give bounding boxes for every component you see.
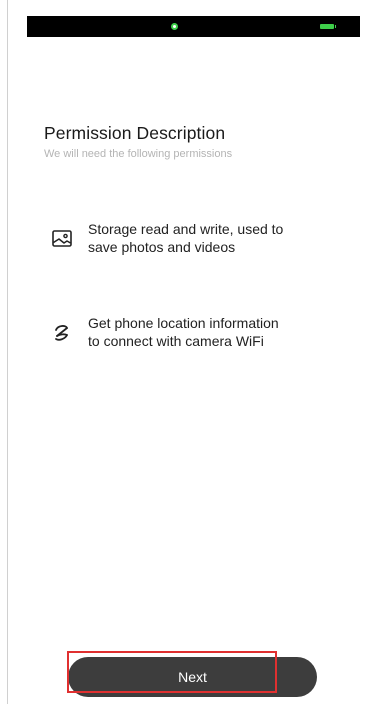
permission-screen: Permission Description We will need the … (0, 0, 367, 704)
permission-text-location: Get phone location information to connec… (88, 315, 279, 349)
page-title: Permission Description (44, 123, 226, 143)
permission-text-storage: Storage read and write, used to save pho… (88, 221, 284, 255)
next-button[interactable]: Next (68, 657, 317, 697)
battery-icon (320, 24, 336, 29)
status-bar (27, 16, 360, 37)
image-icon (50, 227, 74, 251)
location-icon (50, 321, 74, 345)
page-subtitle: We will need the following permissions (44, 148, 233, 160)
permission-item-location: Get phone location information to connec… (50, 315, 300, 350)
permission-item-storage: Storage read and write, used to save pho… (50, 221, 300, 256)
left-divider (7, 0, 8, 704)
status-indicator-icon (171, 23, 178, 30)
